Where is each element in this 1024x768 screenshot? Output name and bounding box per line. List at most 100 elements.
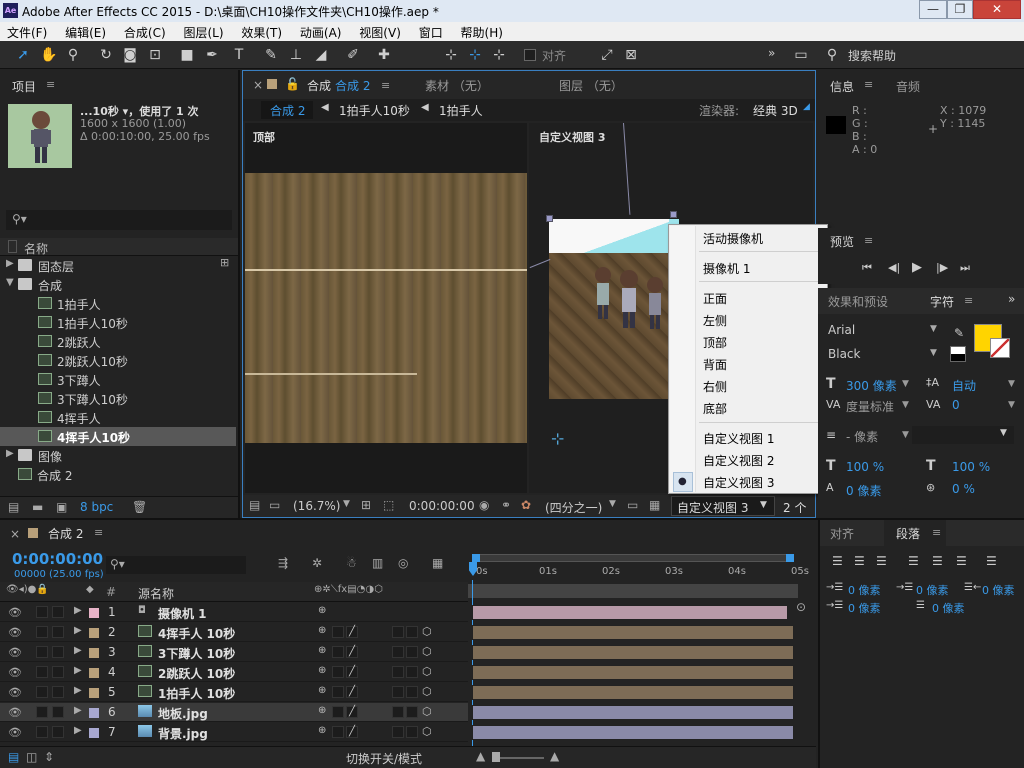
work-area-bar[interactable] xyxy=(472,554,794,562)
source-name-header[interactable]: 源名称 xyxy=(138,585,174,602)
character-menu-icon[interactable]: ≡ xyxy=(964,294,973,307)
crumb-2[interactable]: 1拍手人10秒 xyxy=(339,102,410,119)
comp-mini-flowchart-icon[interactable]: ⇶ xyxy=(278,556,288,570)
last-frame-icon[interactable]: ⏭ xyxy=(960,261,970,275)
snapping-checkbox[interactable] xyxy=(524,49,536,61)
workspace-icon[interactable]: ▭ xyxy=(792,46,810,64)
stroke-type-dropdown[interactable]: ▼ xyxy=(912,426,1014,444)
project-folder-row[interactable]: ▼ 合成 xyxy=(0,275,236,294)
preview-menu-icon[interactable]: ≡ xyxy=(864,234,873,247)
layer-duration-bar[interactable] xyxy=(472,685,794,700)
menu-item-back[interactable]: 背面 xyxy=(703,356,727,373)
indent-right-value[interactable]: 0 像素 xyxy=(982,582,1015,598)
clone-stamp-tool-icon[interactable]: ⊥ xyxy=(287,46,305,64)
search-help-input[interactable]: 搜索帮助 xyxy=(848,47,896,64)
search-help-icon[interactable]: ⚲ xyxy=(823,46,841,64)
menu-item-right[interactable]: 右侧 xyxy=(703,378,727,395)
layer-duration-bar[interactable] xyxy=(472,625,794,640)
menu-help[interactable]: 帮助(H) xyxy=(454,22,510,41)
graph-editor-icon[interactable]: ▦ xyxy=(432,556,443,570)
project-folder-row[interactable]: ▶ 图像 xyxy=(0,446,236,465)
first-frame-icon[interactable]: ⏮ xyxy=(862,261,872,275)
time-ruler[interactable]: 0s 01s 02s 03s 04s 05s xyxy=(468,550,809,602)
project-comp-row[interactable]: 4挥手人 xyxy=(0,408,236,427)
left-viewer[interactable]: 顶部 xyxy=(245,123,527,493)
always-preview-icon[interactable]: ▤ xyxy=(249,498,260,512)
brush-tool-icon[interactable]: ✎ xyxy=(262,46,280,64)
menu-effect[interactable]: 效果(T) xyxy=(234,22,289,41)
comp-tab-prefix[interactable]: 合成 xyxy=(307,77,331,94)
eraser-tool-icon[interactable]: ◢ xyxy=(312,46,330,64)
name-column-header[interactable]: 名称 xyxy=(24,240,48,257)
align-left-icon[interactable]: ☰ xyxy=(832,554,843,568)
resolution-dropdown[interactable]: (四分之一) xyxy=(545,499,602,516)
snap-edges-icon[interactable]: ⤢ xyxy=(598,46,616,64)
preview-title[interactable]: 预览 xyxy=(830,233,854,250)
align-center-icon[interactable]: ☰ xyxy=(854,554,865,568)
corner-handle-top-left[interactable] xyxy=(546,215,553,222)
expanded-triangle-icon[interactable]: ▼ xyxy=(6,277,14,288)
timeline-search-input[interactable]: ⚲▾ xyxy=(106,556,246,574)
menu-item-custom-view-1[interactable]: 自定义视图 1 xyxy=(703,430,774,447)
menu-item-front[interactable]: 正面 xyxy=(703,290,727,307)
align-right-icon[interactable]: ☰ xyxy=(876,554,887,568)
pan-behind-tool-icon[interactable]: ⊡ xyxy=(146,46,164,64)
project-folder-row[interactable]: ▶ 固态层 xyxy=(0,256,236,275)
local-axis-icon[interactable]: ⊹ xyxy=(442,46,460,64)
layer-duration-bar[interactable] xyxy=(472,645,794,660)
new-composition-icon[interactable]: ▣ xyxy=(56,500,67,514)
menu-animation[interactable]: 动画(A) xyxy=(293,22,349,41)
menu-item-top[interactable]: 顶部 xyxy=(703,334,727,351)
selection-tool-icon[interactable]: ➚ xyxy=(14,46,32,64)
project-comp-row[interactable]: 3下蹲人 xyxy=(0,370,236,389)
renderer-value[interactable]: 经典 3D xyxy=(753,102,798,119)
paragraph-tab[interactable]: 段落 xyxy=(896,525,920,542)
font-size-value[interactable]: 300 像素 xyxy=(846,377,897,394)
indent-left-value[interactable]: 0 像素 xyxy=(848,582,881,598)
corner-handle-top-right[interactable] xyxy=(670,211,677,218)
transparency-grid-icon[interactable]: ▦ xyxy=(649,498,660,512)
project-comp-row[interactable]: 1拍手人 xyxy=(0,294,236,313)
expand-transfer-icon[interactable]: ◫ xyxy=(26,750,37,764)
next-frame-icon[interactable]: |▶ xyxy=(936,261,948,274)
grid-icon[interactable]: ⊞ xyxy=(361,498,371,512)
show-snapshot-icon[interactable]: ⚭ xyxy=(501,498,511,512)
space-before-value[interactable]: 0 像素 xyxy=(848,600,881,616)
frame-blending-icon[interactable]: ▥ xyxy=(372,556,383,570)
world-axis-icon[interactable]: ⊹ xyxy=(466,46,484,64)
puppet-pin-tool-icon[interactable]: ✚ xyxy=(375,46,393,64)
minimize-button[interactable]: — xyxy=(919,0,947,19)
layer-duration-bar[interactable] xyxy=(472,725,794,740)
menu-item-left[interactable]: 左侧 xyxy=(703,312,727,329)
interpret-footage-icon[interactable]: ▤ xyxy=(8,500,19,514)
menu-composition[interactable]: 合成(C) xyxy=(117,22,173,41)
layer-duration-bar[interactable] xyxy=(472,705,794,720)
draft-3d-icon[interactable]: ✲ xyxy=(312,556,322,570)
zoom-slider[interactable] xyxy=(494,757,544,759)
menu-item-bottom[interactable]: 底部 xyxy=(703,400,727,417)
previous-frame-icon[interactable]: ◀| xyxy=(888,261,900,274)
space-after-value[interactable]: 0 像素 xyxy=(932,600,965,616)
project-comp-row[interactable]: 4挥手人10秒 xyxy=(0,427,236,446)
panel-menu-icon[interactable]: ≡ xyxy=(46,78,55,91)
menu-item-custom-view-3[interactable]: 自定义视图 3 xyxy=(703,474,774,491)
baseline-shift-value[interactable]: 0 像素 xyxy=(846,482,881,499)
vertical-scale-value[interactable]: 100 % xyxy=(846,460,884,474)
close-button[interactable]: ✕ xyxy=(973,0,1021,19)
timeline-timecode[interactable]: 0:00:00:00 xyxy=(12,550,103,568)
info-tab[interactable]: 信息 xyxy=(830,78,854,95)
eyedropper-icon[interactable]: ✎ xyxy=(954,326,964,340)
menu-item-active-camera[interactable]: 活动摄像机 xyxy=(703,230,763,247)
stroke-width-value[interactable]: - 像素 xyxy=(846,428,878,445)
project-comp-row[interactable]: 3下蹲人10秒 xyxy=(0,389,236,408)
crumb-1[interactable]: 合成 2 xyxy=(270,102,305,119)
project-comp-row[interactable]: 合成 2 xyxy=(0,465,236,484)
align-tab[interactable]: 对齐 xyxy=(830,525,854,542)
collapsed-triangle-icon[interactable]: ▶ xyxy=(6,448,14,459)
bpc-button[interactable]: 8 bpc xyxy=(80,500,113,514)
black-white-swatch[interactable] xyxy=(950,346,966,362)
leading-value[interactable]: 自动 xyxy=(952,377,976,394)
rotation-tool-icon[interactable]: ↻ xyxy=(97,46,115,64)
horizontal-scale-value[interactable]: 100 % xyxy=(952,460,990,474)
type-tool-icon[interactable]: T xyxy=(230,46,248,64)
